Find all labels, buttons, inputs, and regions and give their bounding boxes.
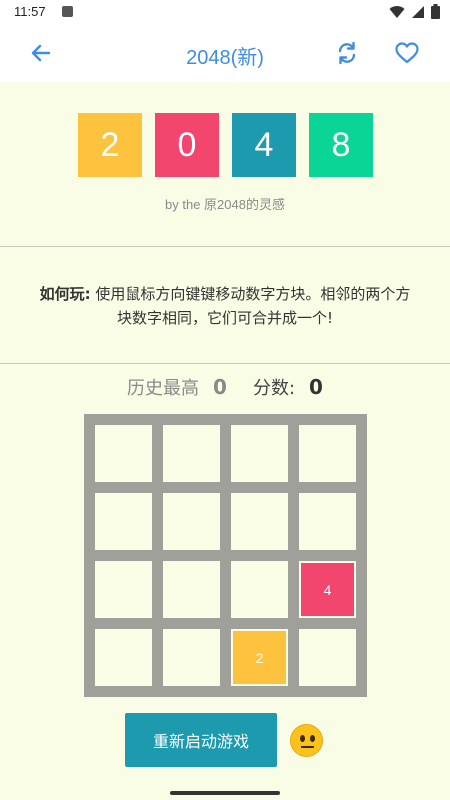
board-tile: 4 [301,563,354,616]
status-icons [389,4,440,19]
board-cell [163,493,220,550]
board-cell [299,425,356,482]
favorite-button[interactable] [392,38,422,68]
divider [0,363,450,364]
board-cell [95,425,152,482]
board-cell [95,629,152,686]
page-title: 2048(新) [186,47,264,69]
best-score-value: 0 [213,375,227,399]
neutral-face-emoji-icon [290,724,323,757]
board-cell [299,629,356,686]
heart-icon [395,42,419,64]
logo-tile: 0 [155,113,219,177]
score-row: 历史最高 0 分数: 0 [0,374,450,400]
refresh-icon [338,41,356,65]
board-cell [231,425,288,482]
byline: by the 原2048的灵感 [165,197,285,212]
score-label: 分数: [252,378,296,399]
wifi-icon [389,5,405,18]
logo-tiles: 2 0 4 8 [78,113,373,177]
gesture-handle[interactable] [170,791,280,795]
gesture-bar [0,786,450,800]
logo-tile: 2 [78,113,142,177]
board-tile: 2 [233,631,286,684]
emoji-eye [310,735,315,742]
board-cell [163,561,220,618]
restart-game-button[interactable]: 重新启动游戏 [125,713,277,767]
app-bar: 2048(新) [0,24,450,82]
status-time: 11:57 [14,4,46,19]
best-score-label: 历史最高 [127,378,200,399]
board-cell [163,425,220,482]
board-cell [299,493,356,550]
emoji-eye [300,735,305,742]
logo-tile: 4 [232,113,296,177]
status-bar: 11:57 [0,0,450,24]
instructions: 如何玩: 使用鼠标方向键键移动数字方块。相邻的两个方块数字相同，它们可合并成一个… [34,282,416,330]
signal-icon [412,5,424,18]
instructions-title: 如何玩: [39,285,91,303]
board-cell [95,561,152,618]
board-cell [95,493,152,550]
board-cell [231,493,288,550]
divider [0,246,450,247]
logo-tile: 8 [309,113,373,177]
board-cell [163,629,220,686]
emoji-mouth [301,746,314,748]
refresh-button[interactable] [332,38,362,68]
notification-icon [62,6,73,17]
instructions-text: 使用鼠标方向键键移动数字方块。相邻的两个方块数字相同，它们可合并成一个! [95,285,411,327]
score-value: 0 [309,375,323,399]
battery-icon [431,4,440,19]
board-cell [231,561,288,618]
game-board[interactable]: 42 [84,414,367,697]
